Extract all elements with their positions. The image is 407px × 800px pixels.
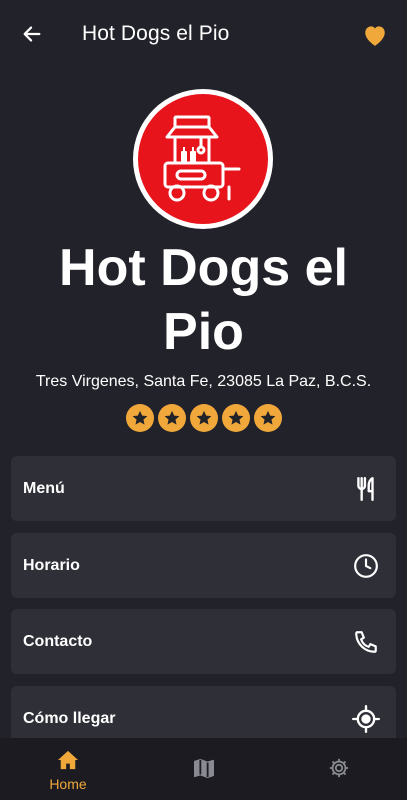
bottom-navigation: Home [0, 738, 407, 800]
crosshair-icon [352, 704, 380, 733]
back-button[interactable] [18, 20, 46, 48]
nav-home[interactable]: Home [18, 738, 118, 800]
home-icon [56, 748, 80, 772]
star-icon [221, 404, 250, 432]
menu-card-horario[interactable]: Horario [11, 533, 396, 598]
page-title: Hot Dogs el Pio [82, 22, 230, 45]
arrow-left-icon [23, 26, 41, 42]
app-bar: Hot Dogs el Pio [0, 0, 407, 70]
favorite-button[interactable] [361, 21, 389, 49]
nav-label: Home [49, 776, 87, 792]
map-icon [192, 756, 216, 780]
phone-icon [352, 628, 380, 656]
rating-stars [0, 404, 407, 432]
star-icon [189, 404, 218, 432]
restaurant-logo [133, 89, 273, 229]
menu-card-label: Menú [23, 479, 65, 497]
restaurant-address: Tres Virgenes, Santa Fe, 23085 La Paz, B… [35, 373, 372, 390]
restaurant-name: Hot Dogs el Pio [59, 239, 348, 361]
menu-card-menu[interactable]: Menú [11, 456, 396, 521]
menu-card-label: Horario [23, 556, 80, 574]
heart-icon [365, 26, 385, 46]
settings-icon [327, 756, 351, 780]
menu-card-label: Contacto [23, 632, 93, 650]
star-icon [125, 404, 154, 432]
star-icon [157, 404, 186, 432]
clock-icon [352, 552, 380, 580]
nav-settings[interactable] [289, 738, 389, 800]
menu-card-label: Cómo llegar [23, 709, 116, 727]
fork-knife-icon [352, 475, 380, 503]
menu-card-contacto[interactable]: Contacto [11, 609, 396, 674]
hot-dog-cart-icon [163, 115, 241, 202]
star-icon [253, 404, 282, 432]
nav-map[interactable] [154, 738, 254, 800]
